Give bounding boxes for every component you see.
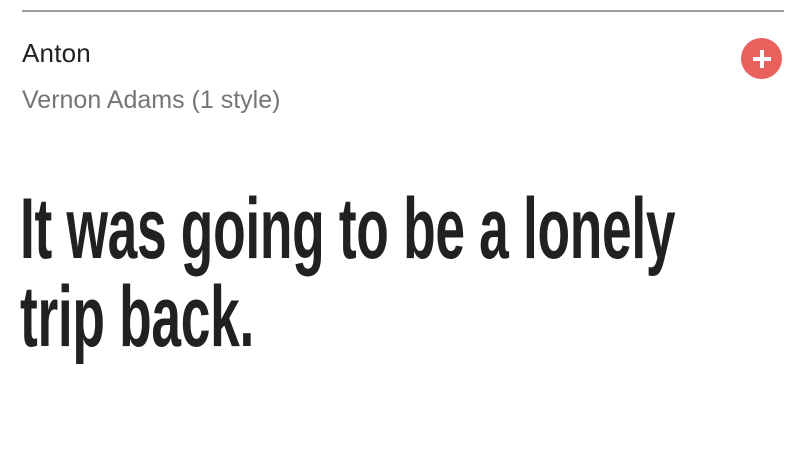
plus-icon [752,49,771,68]
font-card: Anton Vernon Adams (1 style) It was goin… [0,0,812,450]
add-font-button[interactable] [741,38,782,79]
font-author-styles: Vernon Adams (1 style) [22,86,281,114]
font-name[interactable]: Anton [22,38,91,69]
divider [22,10,784,12]
font-preview-text: It was going to be a lonely trip back. [20,181,676,365]
